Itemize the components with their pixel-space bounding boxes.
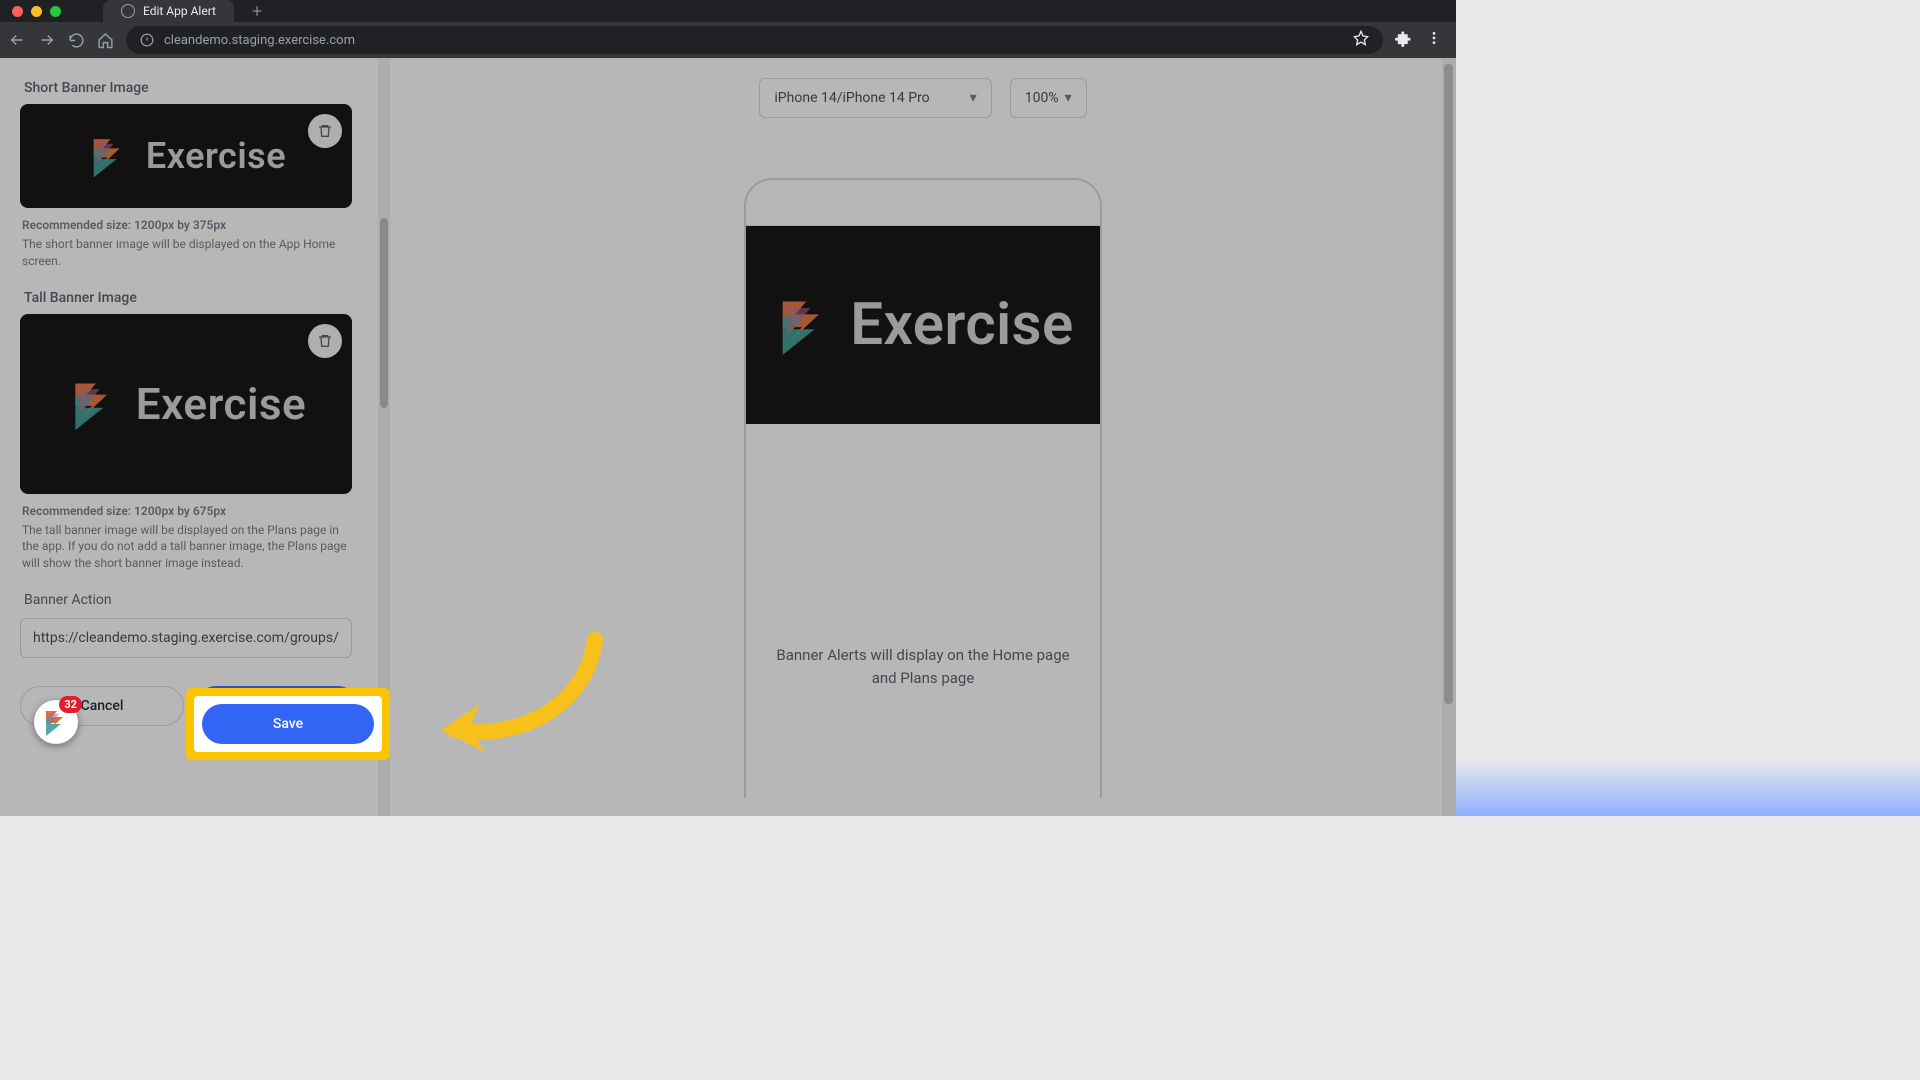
browser-chrome: Edit App Alert + cleandemo.staging.exerc… [0,0,1456,58]
device-frame: Exercise Banner Alerts will display on t… [744,178,1102,798]
page-content: Short Banner Image Exercise Recommended … [0,58,1456,816]
tall-banner-rec: Recommended size: 1200px by 675px [22,504,356,518]
minimize-window-icon[interactable] [31,6,42,17]
device-select[interactable]: iPhone 14/iPhone 14 Pro ▾ [759,78,991,118]
banner-action-input[interactable] [20,618,352,658]
scrollbar-thumb[interactable] [1444,64,1453,704]
address-bar[interactable]: cleandemo.staging.exercise.com [126,26,1383,54]
window-controls [0,6,73,17]
badge-count: 32 [59,696,82,713]
zoom-value: 100% [1025,90,1059,106]
short-banner-label: Short Banner Image [24,80,354,96]
device-banner: Exercise [746,226,1100,424]
tall-banner-desc: The tall banner image will be displayed … [22,522,356,572]
reload-icon[interactable] [68,32,85,49]
short-banner-rec: Recommended size: 1200px by 375px [22,218,356,232]
brand-logo-icon [66,376,122,432]
device-placeholder-text: Banner Alerts will display on the Home p… [746,424,1100,691]
menu-icon[interactable] [1426,30,1442,51]
trash-icon [317,123,333,139]
zoom-select[interactable]: 100% ▾ [1010,78,1087,118]
maximize-window-icon[interactable] [50,6,61,17]
brand-name: Exercise [136,378,306,430]
device-select-value: iPhone 14/iPhone 14 Pro [774,90,929,106]
chevron-down-icon: ▾ [1065,90,1072,106]
site-info-icon [140,33,154,47]
delete-tall-banner-button[interactable] [308,324,342,358]
short-banner-desc: The short banner image will be displayed… [22,236,356,270]
brand-logo-icon [86,133,132,179]
url-text: cleandemo.staging.exercise.com [164,33,355,48]
sidebar-scrollbar[interactable] [378,58,390,816]
short-banner-preview[interactable]: Exercise [20,104,352,208]
forward-icon[interactable] [38,31,56,49]
scrollbar-thumb[interactable] [380,218,388,408]
brand-logo-icon [772,293,836,357]
brand-name: Exercise [146,135,286,177]
preview-scrollbar[interactable] [1442,58,1456,816]
save-button[interactable]: Save [196,686,358,726]
new-tab-button[interactable]: + [252,1,262,22]
tab-strip: Edit App Alert + [0,0,1456,22]
tab-title: Edit App Alert [143,4,216,18]
chat-widget[interactable]: 32 [34,700,78,744]
brand-name: Exercise [850,291,1073,359]
trash-icon [317,333,333,349]
device-statusbar [746,186,1100,226]
preview-pane: iPhone 14/iPhone 14 Pro ▾ 100% ▾ Exercis… [390,58,1456,816]
tall-banner-label: Tall Banner Image [24,290,354,306]
close-window-icon[interactable] [12,6,23,17]
tall-banner-preview[interactable]: Exercise [20,314,352,494]
bookmark-star-icon[interactable] [1353,30,1369,50]
chevron-down-icon: ▾ [970,90,977,106]
toolbar: cleandemo.staging.exercise.com [0,22,1456,58]
home-icon[interactable] [97,32,114,49]
browser-tab[interactable]: Edit App Alert [103,0,234,22]
banner-action-label: Banner Action [24,592,354,608]
globe-icon [121,4,135,18]
delete-short-banner-button[interactable] [308,114,342,148]
back-icon[interactable] [8,31,26,49]
extensions-icon[interactable] [1395,30,1412,51]
